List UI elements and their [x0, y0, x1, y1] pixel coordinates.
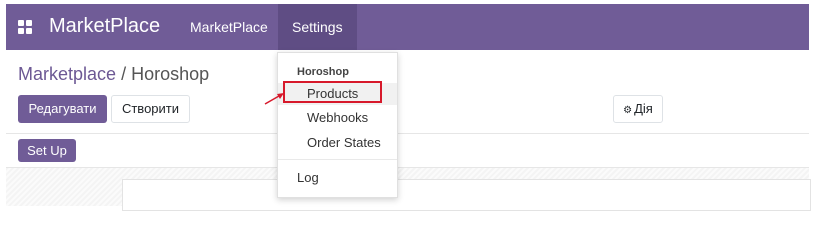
- app-brand-title[interactable]: MarketPlace: [49, 15, 160, 38]
- breadcrumb-separator: /: [121, 64, 127, 84]
- menu-item-log-label: Log: [297, 170, 319, 185]
- action-label: Дія: [634, 101, 653, 116]
- menu-item-webhooks[interactable]: Webhooks: [278, 110, 397, 130]
- dropdown-header-horoshop: Horoshop: [297, 66, 349, 78]
- menu-item-order-states-label: Order States: [307, 135, 381, 150]
- menu-item-order-states[interactable]: Order States: [278, 135, 397, 155]
- pointer-arrow-icon: [264, 93, 284, 105]
- form-sheet: [122, 179, 811, 211]
- action-dropdown-button[interactable]: ⚙ Дія: [613, 95, 663, 123]
- nav-settings[interactable]: Settings: [278, 4, 357, 50]
- nav-marketplace[interactable]: MarketPlace: [176, 4, 282, 50]
- dropdown-separator: [278, 159, 397, 160]
- apps-grid-icon[interactable]: [18, 20, 33, 35]
- edit-button[interactable]: Редагувати: [18, 95, 107, 123]
- top-navbar: MarketPlace MarketPlace Settings: [6, 4, 809, 50]
- settings-dropdown-menu: Horoshop Products Webhooks Order States …: [277, 52, 398, 198]
- toolbar-divider: [6, 133, 809, 134]
- products-highlight-box: [283, 81, 382, 103]
- breadcrumb-marketplace-link[interactable]: Marketplace: [18, 64, 116, 84]
- gear-icon: ⚙: [623, 105, 633, 116]
- breadcrumb: Marketplace / Horoshop: [18, 64, 209, 85]
- create-button[interactable]: Створити: [111, 95, 190, 123]
- setup-button[interactable]: Set Up: [18, 139, 76, 162]
- menu-item-log[interactable]: Log: [278, 170, 397, 190]
- breadcrumb-current: Horoshop: [131, 64, 210, 84]
- menu-item-webhooks-label: Webhooks: [307, 110, 369, 125]
